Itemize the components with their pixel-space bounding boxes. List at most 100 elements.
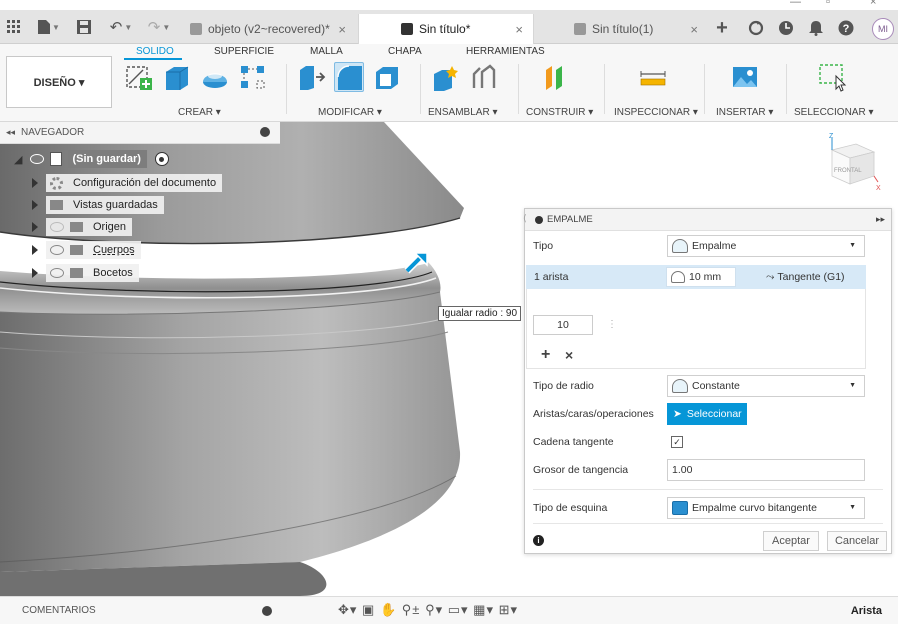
expand-icon[interactable] xyxy=(32,268,38,278)
user-avatar[interactable]: MI xyxy=(872,18,894,40)
save-icon[interactable] xyxy=(76,18,92,36)
close-tab-icon[interactable]: × xyxy=(690,22,698,37)
workspace-dropdown[interactable]: DISEÑO ▾ xyxy=(6,56,112,108)
tipo-dropdown[interactable]: Empalme ▼ xyxy=(667,235,865,257)
navigator-item-vistas[interactable]: Vistas guardadas xyxy=(32,196,164,214)
collapse-root-icon[interactable]: ◢ xyxy=(14,153,22,166)
comments-label[interactable]: COMENTARIOS xyxy=(22,605,96,616)
grosor-input[interactable]: 1.00 xyxy=(667,459,865,481)
viewports-icon[interactable]: ⊞▾ xyxy=(499,602,518,617)
look-at-icon[interactable]: ▣ xyxy=(362,602,375,617)
ribbon-tab-superficie[interactable]: SUPERFICIE xyxy=(214,46,274,57)
expand-icon[interactable] xyxy=(32,245,38,255)
navigator-item-origen[interactable]: Origen xyxy=(32,218,133,236)
pan-icon[interactable]: ✋ xyxy=(380,602,397,617)
tab-sin-titulo[interactable]: Sin título* × xyxy=(358,14,534,44)
info-icon[interactable]: i xyxy=(533,535,544,546)
group-label[interactable]: INSERTAR ▾ xyxy=(716,107,773,118)
orbit-icon[interactable]: ✥▾ xyxy=(338,602,357,617)
group-label[interactable]: CONSTRUIR ▾ xyxy=(526,107,593,118)
expand-icon[interactable] xyxy=(32,178,38,188)
ribbon-tab-chapa[interactable]: CHAPA xyxy=(388,46,422,57)
edge-selection-row[interactable]: 1 arista 10 mm ⤳ Tangente (G1) xyxy=(526,265,866,289)
remove-set-icon[interactable]: × xyxy=(565,347,573,363)
item-chip: Origen xyxy=(46,218,133,236)
cursor-arrow-icon: ➤ xyxy=(673,408,682,420)
dialog-header[interactable]: ⟨ EMPALME ▸▸ xyxy=(523,209,891,231)
group-label[interactable]: SELECCIONAR ▾ xyxy=(794,107,873,118)
ribbon-tab-herramientas[interactable]: HERRAMIENTAS xyxy=(466,46,545,57)
zoom-icon[interactable]: ⚲± xyxy=(402,602,421,617)
file-menu-icon[interactable]: ▼ xyxy=(34,18,64,36)
extrude-icon[interactable] xyxy=(162,62,192,92)
revolve-icon[interactable] xyxy=(200,62,230,92)
visibility-icon[interactable] xyxy=(30,154,45,164)
apps-grid-icon[interactable] xyxy=(6,18,22,36)
offset-plane-icon[interactable] xyxy=(540,62,570,92)
help-icon[interactable]: ? xyxy=(836,18,856,38)
pin-icon[interactable] xyxy=(262,606,272,616)
restore-icon[interactable]: ▫ xyxy=(826,0,830,8)
seleccionar-button[interactable]: ➤ Seleccionar xyxy=(667,403,747,425)
navigator-item-bocetos[interactable]: Bocetos xyxy=(32,264,139,282)
create-sketch-icon[interactable] xyxy=(124,62,154,92)
expand-dialog-icon[interactable]: ▸▸ xyxy=(876,214,885,225)
collapse-handle-icon[interactable]: ⟨ xyxy=(523,213,527,224)
group-label[interactable]: ENSAMBLAR ▾ xyxy=(428,107,497,118)
set-radius-field[interactable]: 10 xyxy=(533,315,593,335)
notifications-icon[interactable] xyxy=(806,18,826,38)
new-tab-icon[interactable]: + xyxy=(712,17,732,39)
ribbon-tab-solido[interactable]: SOLIDO xyxy=(136,46,174,57)
tipo-value: Empalme xyxy=(692,240,737,252)
fillet-drag-handle-icon[interactable] xyxy=(404,248,430,274)
fillet-icon[interactable] xyxy=(334,62,364,92)
ribbon-tab-malla[interactable]: MALLA xyxy=(310,46,343,57)
visibility-off-icon[interactable] xyxy=(50,222,64,232)
cadena-checkbox[interactable]: ✓ xyxy=(671,436,683,448)
close-tab-icon[interactable]: × xyxy=(338,22,346,37)
redo-icon[interactable]: ↷ ▼ xyxy=(144,18,174,36)
navigator-item-cuerpos[interactable]: Cuerpos xyxy=(32,241,141,259)
collapse-navigator-icon[interactable]: ◂◂ xyxy=(6,127,15,138)
visibility-icon[interactable] xyxy=(50,268,64,278)
display-settings-icon[interactable]: ▭▾ xyxy=(448,602,469,617)
expand-icon[interactable] xyxy=(32,200,38,210)
radius-input[interactable]: 10 mm xyxy=(666,267,736,287)
z-axis-label: Z xyxy=(829,133,834,140)
esquina-dropdown[interactable]: Empalme curvo bitangente ▼ xyxy=(667,497,865,519)
drag-grip-icon[interactable]: ⋮ xyxy=(607,319,617,330)
continuity-dropdown[interactable]: ⤳ Tangente (G1) xyxy=(766,271,845,284)
pin-icon[interactable] xyxy=(260,127,270,137)
close-tab-icon[interactable]: × xyxy=(515,22,523,37)
expand-icon[interactable] xyxy=(32,222,38,232)
joint-icon[interactable] xyxy=(468,62,498,92)
viewcube[interactable]: FRONTAL Z X xyxy=(818,132,882,192)
tab-sin-titulo-1[interactable]: Sin título(1) × xyxy=(536,14,708,44)
rectangular-pattern-icon[interactable] xyxy=(238,62,268,92)
shell-icon[interactable] xyxy=(372,62,402,92)
navigator-root[interactable]: ◢ (Sin guardar) xyxy=(14,150,169,168)
close-window-icon[interactable]: × xyxy=(870,0,876,8)
group-label[interactable]: INSPECCIONAR ▾ xyxy=(614,107,698,118)
visibility-icon[interactable] xyxy=(50,245,64,255)
add-set-icon[interactable]: + xyxy=(541,346,550,364)
activate-radio-icon[interactable] xyxy=(154,152,169,166)
tab-objeto[interactable]: objeto (v2~recovered)* × xyxy=(180,14,356,44)
new-component-icon[interactable] xyxy=(430,62,460,92)
group-label[interactable]: CREAR ▾ xyxy=(178,107,221,118)
tipo-radio-dropdown[interactable]: Constante ▼ xyxy=(667,375,865,397)
minimize-icon[interactable]: — xyxy=(790,0,801,8)
group-label[interactable]: MODIFICAR ▾ xyxy=(318,107,382,118)
cancelar-button[interactable]: Cancelar xyxy=(827,531,887,551)
navigator-item-config[interactable]: Configuración del documento xyxy=(32,174,223,192)
press-pull-icon[interactable] xyxy=(296,62,326,92)
undo-icon[interactable]: ↶ ▼ xyxy=(106,18,136,36)
zoom-window-icon[interactable]: ⚲▾ xyxy=(425,602,443,617)
job-status-icon[interactable] xyxy=(776,18,796,38)
sync-icon[interactable] xyxy=(746,18,766,38)
measure-icon[interactable] xyxy=(638,62,668,92)
grid-settings-icon[interactable]: ▦▾ xyxy=(473,602,494,617)
aceptar-button[interactable]: Aceptar xyxy=(763,531,819,551)
select-icon[interactable] xyxy=(818,62,848,92)
insert-image-icon[interactable] xyxy=(730,62,760,92)
